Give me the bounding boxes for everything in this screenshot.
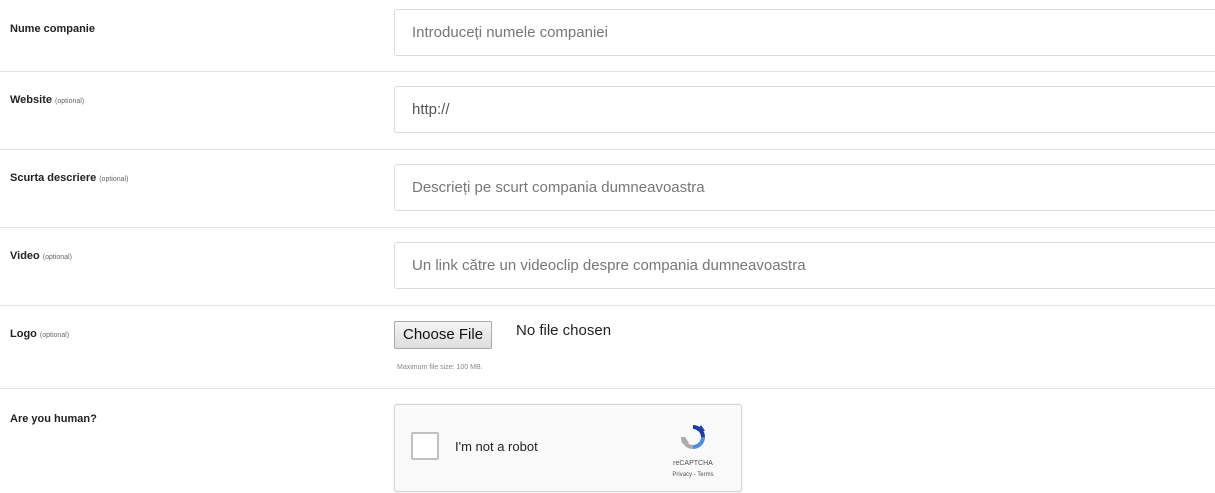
video-optional-tag: (optional)	[42, 254, 72, 261]
website-optional-tag: (optional)	[54, 98, 85, 105]
recaptcha-checkbox[interactable]	[411, 432, 439, 460]
video-input[interactable]	[394, 242, 1215, 289]
logo-optional-tag: (optional)	[39, 332, 70, 339]
website-input[interactable]	[394, 86, 1215, 133]
recaptcha-checkbox-label: I'm not a robot	[455, 439, 538, 454]
description-row: Scurta descriere (optional)	[0, 149, 1215, 228]
recaptcha-privacy-terms[interactable]: Privacy - Terms	[663, 472, 723, 478]
website-label: Website (optional)	[10, 94, 85, 106]
company-name-label: Nume companie	[10, 23, 95, 35]
description-input[interactable]	[394, 164, 1215, 211]
description-label: Scurta descriere (optional)	[10, 172, 129, 184]
captcha-label: Are you human?	[10, 413, 97, 425]
company-name-input[interactable]	[394, 9, 1215, 56]
video-label: Video (optional)	[10, 250, 72, 262]
company-name-row: Nume companie	[0, 0, 1215, 72]
company-form: Nume companie Website(optional) Scurta d…	[0, 0, 1215, 493]
recaptcha-brand: reCAPTCHA	[673, 460, 713, 467]
recaptcha-logo-icon	[681, 425, 705, 449]
website-row: Website (optional)	[0, 71, 1215, 150]
recaptcha-widget: I'm not a robot reCAPTCHA Privacy - Term…	[394, 404, 742, 492]
file-size-hint: Maximum file size: 100 MB.	[397, 364, 483, 371]
video-row: Video (optional)	[0, 227, 1215, 306]
choose-file-button[interactable]: Choose File	[394, 321, 493, 349]
logo-label: Logo (optional)	[10, 328, 70, 340]
file-status-text: No file chosen	[516, 322, 612, 339]
logo-row: Logo (optional)	[0, 305, 1215, 389]
description-optional-tag: (optional)	[99, 176, 129, 183]
